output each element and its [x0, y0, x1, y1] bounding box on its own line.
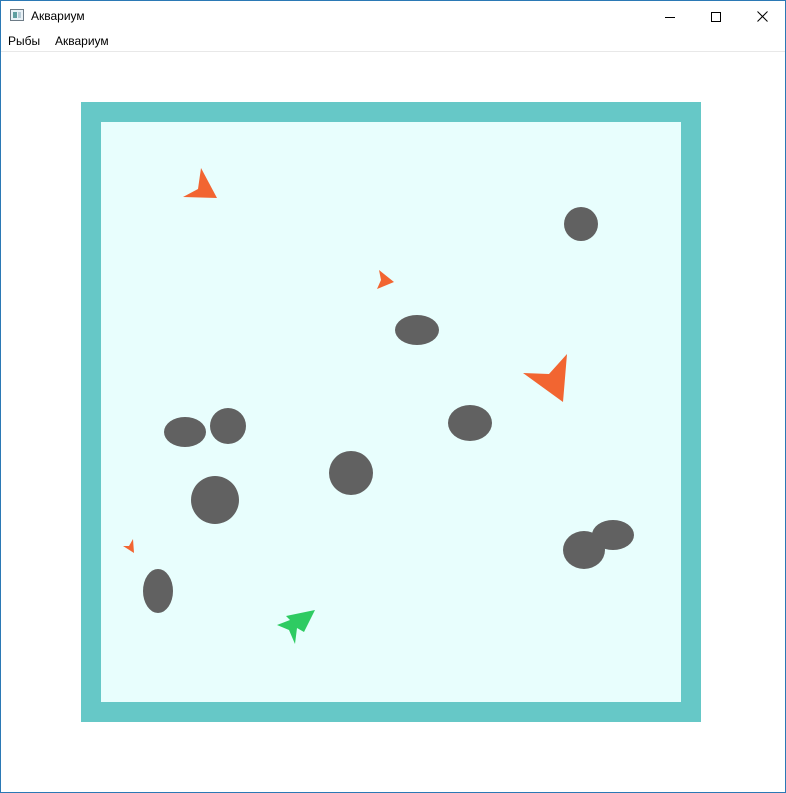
stone — [563, 531, 605, 569]
maximize-icon — [711, 11, 721, 22]
app-icon — [10, 9, 24, 21]
close-icon — [756, 11, 768, 22]
stone — [164, 417, 206, 447]
maximize-button[interactable] — [693, 1, 739, 32]
window-title: Аквариум — [31, 9, 85, 23]
app-window: Аквариум Рыбы Аквариум — [0, 0, 786, 793]
menu-aquarium[interactable]: Аквариум — [55, 34, 109, 49]
title-bar[interactable]: Аквариум — [1, 1, 785, 32]
stone — [143, 569, 173, 613]
stone — [329, 451, 373, 495]
aquarium-scene[interactable] — [1, 52, 785, 792]
canvas-area — [1, 52, 785, 792]
stone — [210, 408, 246, 444]
stone — [448, 405, 492, 441]
minimize-icon — [665, 16, 675, 18]
stone — [395, 315, 439, 345]
stone — [564, 207, 598, 241]
minimize-button[interactable] — [647, 1, 693, 32]
stone — [191, 476, 239, 524]
aquarium-water — [101, 122, 681, 702]
menu-fish[interactable]: Рыбы — [8, 34, 40, 49]
close-button[interactable] — [739, 1, 785, 32]
menu-bar: Рыбы Аквариум — [1, 32, 785, 52]
